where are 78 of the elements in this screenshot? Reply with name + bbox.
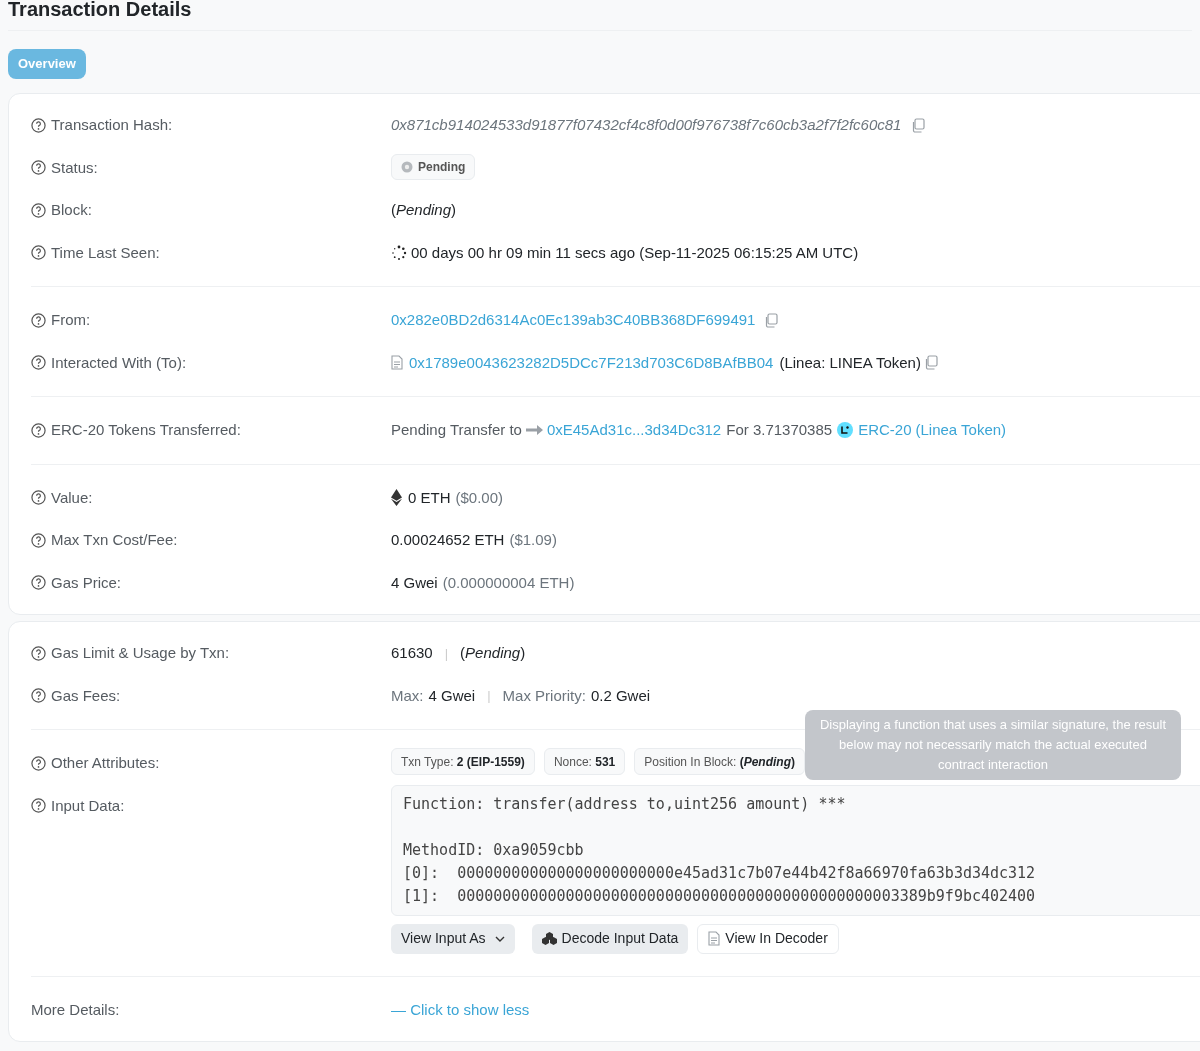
attribute-badge: Position In Block: (Pending) — [634, 748, 805, 775]
help-icon — [31, 160, 46, 176]
help-icon — [31, 532, 46, 548]
value-text: 4 Gwei — [391, 572, 438, 593]
value-text: ($1.09) — [509, 530, 557, 550]
field-label: Value: — [51, 487, 93, 508]
cubes-icon — [541, 932, 557, 945]
transaction-hash: 0x871cb914024533d91877f07432cf4c8f0d00f976738f7c60cb3a2f7f2fc60c81 — [391, 115, 902, 135]
tooltip: Displaying a function that uses a similar signature, the result below may not necessarily match the actual executed contract interaction — [805, 710, 1181, 780]
help-icon — [31, 755, 46, 771]
contract-name: (Linea: LINEA Token) — [779, 352, 921, 373]
field-label: ERC-20 Tokens Transferred: — [51, 420, 241, 440]
pending-icon — [401, 160, 413, 173]
page-title: Transaction Details — [7, 0, 193, 20]
caret-icon — [494, 935, 505, 942]
field-label: Block: — [51, 200, 92, 220]
contract-link[interactable]: 0x1789e0043623282D5DCc7F213d703C6D8BAfBB04 — [409, 351, 774, 374]
separator: | — [487, 687, 491, 705]
help-icon — [31, 688, 46, 704]
copy-icon — [923, 355, 938, 371]
token-link[interactable]: ERC-20 — [858, 419, 912, 442]
spinner-icon — [391, 244, 407, 261]
help-icon — [31, 490, 46, 506]
value-text: 00 days 00 hr 09 min 11 secs ago (Sep-11-2025 06:15:25 AM UTC) — [411, 242, 859, 263]
help-icon — [31, 202, 46, 218]
status-badge: Pending — [391, 153, 476, 180]
value-text: 61630 — [391, 643, 433, 663]
show-less-link[interactable]: — Click to show less — [391, 998, 530, 1021]
field-label: Gas Limit & Usage by Txn: — [51, 643, 230, 663]
ethereum-icon — [391, 489, 402, 507]
input-data-code: Function: transfer(address to,uint256 amount) *** MethodID: 0xa9059cbb [0]: 000000000000000000000000e45ad31c7b07e44b42f8a66970fa63b3d34dc312 [1]: 0000000000000000000000000000000000000000000000003389b9f9bc402400 — [391, 784, 1200, 916]
attribute-badge: Txn Type: 2 (EIP-1559) — [391, 748, 535, 775]
view-input-as-button[interactable]: View Input As — [391, 923, 515, 954]
help-icon — [31, 422, 46, 438]
help-icon — [31, 245, 46, 261]
field-label: Other Attributes: — [51, 753, 160, 773]
value-text: 0 ETH — [408, 487, 451, 508]
document-icon — [391, 355, 403, 371]
field-label: More Details: — [31, 999, 120, 1020]
document-icon — [708, 931, 721, 946]
value-text: (0.000000004 ETH) — [442, 572, 575, 593]
help-icon — [31, 355, 46, 371]
view-in-decoder-button[interactable]: View In Decoder — [697, 923, 839, 954]
help-icon — [31, 117, 46, 133]
attribute-badge: Nonce: 531 — [543, 748, 626, 775]
field-label: Max Txn Cost/Fee: — [51, 530, 178, 550]
field-label: Input Data: — [51, 795, 125, 816]
amount-text: For 3.71370385 — [726, 420, 833, 440]
help-icon — [31, 798, 46, 814]
field-label: From: — [51, 310, 91, 330]
copy-icon — [911, 117, 926, 133]
value-text: 4 Gwei — [428, 685, 476, 706]
address-link[interactable]: 0xE45Ad31c...3d34Dc312 — [546, 419, 722, 442]
value-text: 0.2 Gwei — [590, 685, 651, 706]
field-label: Transaction Hash: — [51, 115, 173, 135]
token-name-link[interactable]: (Linea Token) — [915, 419, 1007, 442]
value-text: (Pending) — [391, 200, 457, 220]
field-label: Gas Price: — [51, 572, 122, 593]
help-icon — [31, 645, 46, 661]
transfer-text: Pending Transfer to — [391, 420, 522, 440]
field-label: Time Last Seen: — [51, 242, 160, 263]
value-text: 0.00024652 ETH — [391, 530, 505, 550]
field-label: Status: — [51, 157, 98, 178]
help-icon — [31, 312, 46, 328]
token-icon — [837, 422, 854, 439]
decode-input-data-button[interactable]: Decode Input Data — [531, 923, 689, 954]
copy-icon — [764, 312, 779, 328]
separator: | — [444, 644, 449, 663]
arrow-icon — [525, 425, 543, 436]
value-text: (Pending) — [460, 643, 526, 663]
overview-tab[interactable]: Overview — [8, 49, 86, 79]
field-label: Gas Fees: — [51, 685, 121, 706]
field-label: Interacted With (To): — [51, 352, 187, 373]
value-text: Max Priority: — [502, 685, 586, 706]
value-text: Max: — [391, 685, 424, 706]
value-text: ($0.00) — [455, 487, 504, 508]
address-link[interactable]: 0x282e0BD2d6314Ac0Ec139ab3C40BB368DF699491 — [391, 309, 756, 332]
help-icon — [31, 575, 46, 591]
